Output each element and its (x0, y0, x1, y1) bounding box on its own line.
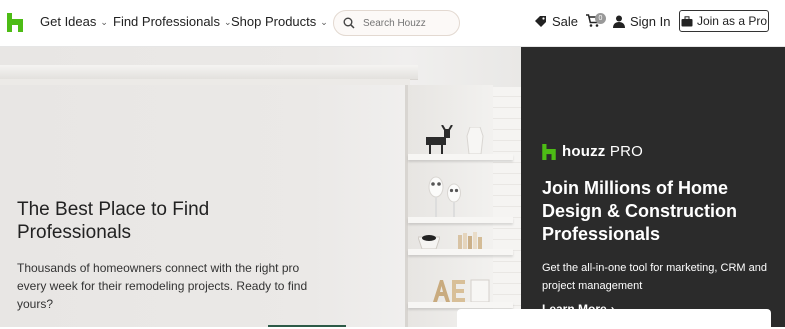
sign-in-label: Sign In (630, 14, 671, 29)
search-icon[interactable] (343, 17, 355, 29)
owl-figurine-image (447, 183, 461, 217)
search-input[interactable] (361, 16, 455, 30)
brand-name: houzz (562, 143, 606, 160)
shelf-decor (408, 154, 513, 160)
mantel-decor (0, 65, 418, 80)
houzz-pro-panel: houzz PRO Join Millions of Home Design &… (521, 47, 785, 327)
books-image (458, 232, 482, 249)
sign-in-link[interactable]: Sign In (613, 14, 670, 29)
tag-icon (535, 16, 546, 27)
moose-figurine-image (426, 125, 453, 154)
hero-title: The Best Place to Find Professionals (17, 199, 210, 243)
cart-count-badge: 0 (595, 13, 606, 24)
houzz-pro-logo: houzz PRO (542, 143, 643, 160)
pro-signup-card (457, 309, 771, 329)
pro-description: Get the all-in-one tool for marketing, C… (542, 262, 767, 292)
letter-sculpture-image (433, 280, 465, 302)
shelf-decor (408, 217, 513, 223)
join-as-pro-button[interactable]: Join as a Pro (679, 10, 769, 32)
hero-section: The Best Place to Find Professionals Tho… (0, 47, 521, 327)
shelf-decor (408, 249, 513, 255)
nav-shop-products[interactable]: Shop Products ⌄ (231, 14, 328, 29)
chevron-down-icon: ⌄ (100, 17, 108, 27)
frame-image (470, 279, 490, 302)
sale-link[interactable]: Sale (534, 14, 578, 29)
sale-label: Sale (552, 14, 579, 29)
bowl-image (418, 235, 440, 249)
pro-title: Join Millions of Home Design & Construct… (542, 178, 738, 244)
nav-find-professionals[interactable]: Find Professionals ⌄ (113, 14, 232, 29)
briefcase-icon (681, 15, 693, 26)
hero-description: Thousands of homeowners connect with the… (17, 261, 308, 311)
search-box[interactable] (333, 10, 460, 36)
owl-figurine-image (428, 176, 444, 217)
nav-shop-products-label: Shop Products (231, 14, 317, 29)
houzz-logo-icon (542, 143, 556, 160)
houzz-pro-wordmark: houzz PRO (562, 143, 643, 160)
brick-wall-decor (493, 87, 521, 327)
shelf-decor (408, 302, 513, 308)
nav-find-professionals-label: Find Professionals (113, 14, 220, 29)
mantel-trim-decor (0, 79, 410, 85)
user-icon (613, 15, 625, 28)
top-nav: Get Ideas ⌄ Find Professionals ⌄ Shop Pr… (0, 0, 785, 47)
brand-tag: PRO (609, 143, 643, 160)
nav-get-ideas[interactable]: Get Ideas ⌄ (40, 14, 108, 29)
chevron-down-icon: ⌄ (320, 17, 328, 27)
vase-image (466, 127, 484, 154)
nav-get-ideas-label: Get Ideas (40, 14, 97, 29)
houzz-logo[interactable] (7, 13, 23, 32)
join-as-pro-label: Join as a Pro (696, 14, 768, 28)
